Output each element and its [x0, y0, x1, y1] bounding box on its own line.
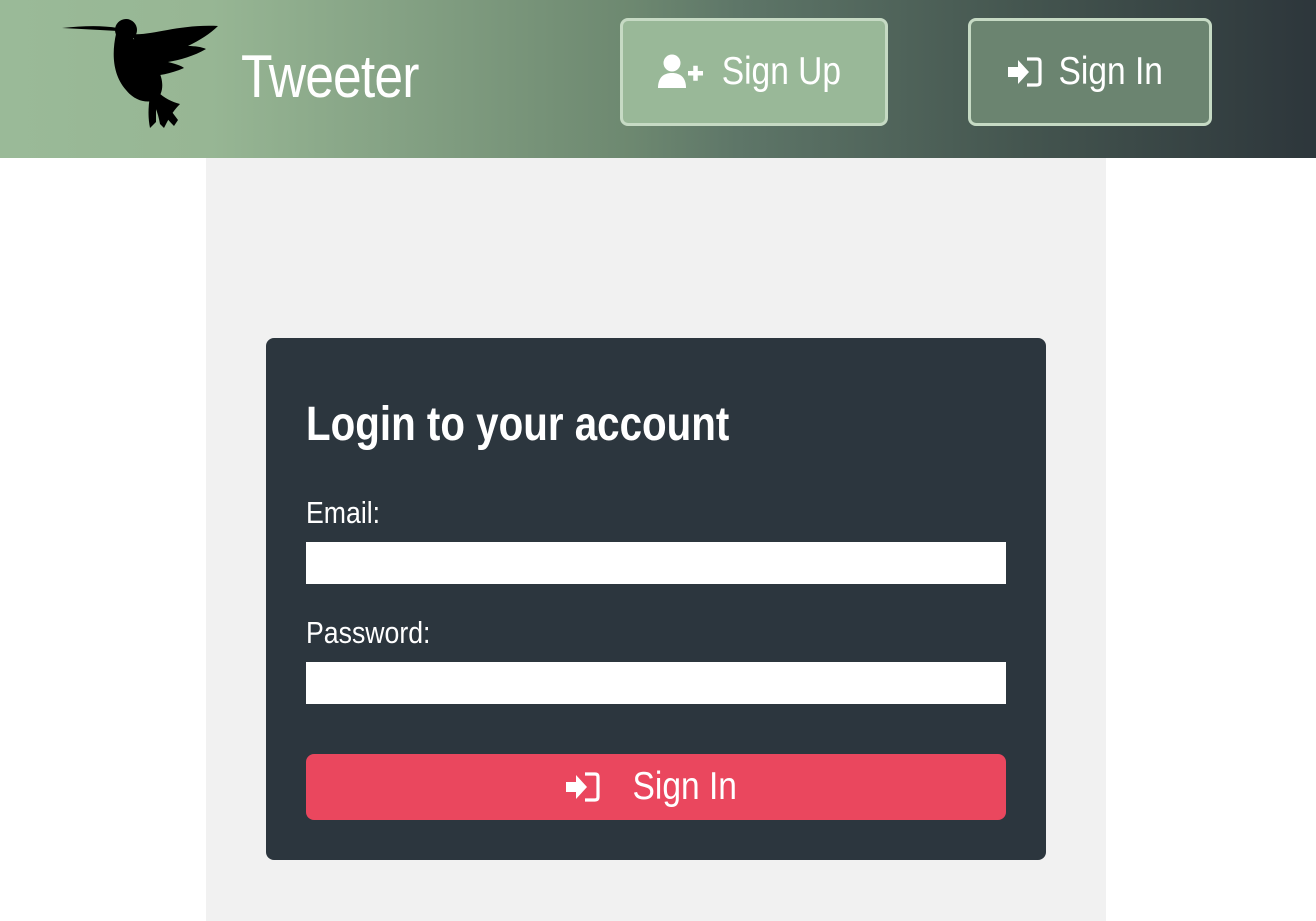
user-plus-icon	[657, 54, 704, 90]
login-title: Login to your account	[306, 398, 730, 451]
top-header: Tweeter Sign Up Sign In	[0, 0, 1316, 158]
email-field[interactable]	[306, 542, 1006, 584]
sign-in-icon	[566, 772, 600, 802]
sign-up-button[interactable]: Sign Up	[620, 18, 888, 126]
sign-in-submit-label: Sign In	[632, 765, 738, 808]
hummingbird-icon[interactable]	[60, 16, 220, 132]
login-card: Login to your account Email: Password: S…	[266, 338, 1046, 860]
email-label: Email:	[306, 495, 381, 530]
brand-title: Tweeter	[241, 43, 419, 110]
sign-in-submit-button[interactable]: Sign In	[306, 754, 1006, 820]
password-field[interactable]	[306, 662, 1006, 704]
password-label: Password:	[306, 615, 431, 650]
header-sign-in-button[interactable]: Sign In	[968, 18, 1212, 126]
sign-in-icon	[1008, 57, 1042, 87]
sign-up-label: Sign Up	[721, 50, 841, 93]
header-sign-in-label: Sign In	[1058, 50, 1164, 93]
